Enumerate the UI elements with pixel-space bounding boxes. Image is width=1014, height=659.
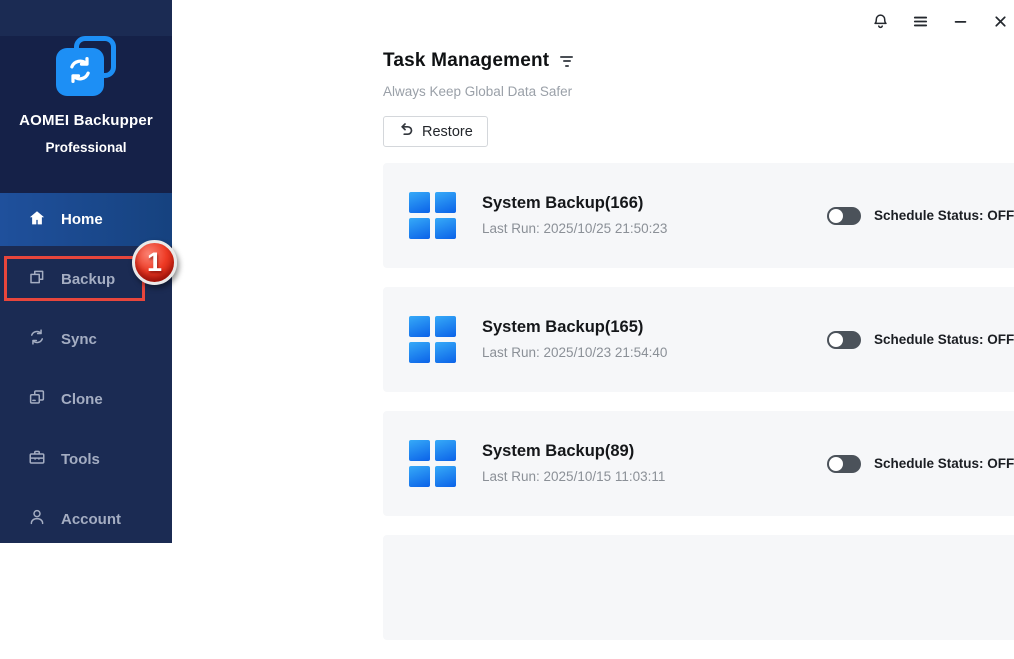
schedule-status-label: Schedule Status: OFF xyxy=(874,456,1014,471)
logo-front-square xyxy=(56,48,104,96)
page-title-text: Task Management xyxy=(383,50,549,72)
minimize-icon[interactable] xyxy=(946,9,974,33)
sidebar-item-tools[interactable]: Tools xyxy=(0,429,172,489)
task-last-run: Last Run: 2025/10/25 21:50:23 xyxy=(482,221,667,236)
person-icon xyxy=(28,508,46,530)
window-controls xyxy=(866,9,1014,33)
windows-logo-icon xyxy=(409,192,456,239)
schedule-block: Schedule Status: OFF xyxy=(827,287,1014,392)
restore-button[interactable]: Restore xyxy=(383,116,488,147)
sidebar-item-label: Sync xyxy=(61,331,97,348)
task-name: System Backup(166) xyxy=(482,194,643,213)
sidebar-item-label: Clone xyxy=(61,391,103,408)
sidebar-item-clone[interactable]: Clone xyxy=(0,369,172,429)
clone-drives-icon xyxy=(28,388,46,410)
windows-logo-icon xyxy=(409,440,456,487)
sidebar-item-label: Home xyxy=(61,211,103,228)
task-name: System Backup(89) xyxy=(482,442,634,461)
restore-button-label: Restore xyxy=(422,124,473,140)
sidebar-item-home[interactable]: Home xyxy=(0,193,172,246)
page-title: Task Management xyxy=(383,50,573,72)
sidebar-item-label: Backup xyxy=(61,271,115,288)
task-card[interactable]: System Backup(166) Last Run: 2025/10/25 … xyxy=(383,163,1014,268)
schedule-toggle[interactable] xyxy=(827,455,861,473)
windows-logo-icon xyxy=(409,316,456,363)
task-card[interactable]: System Backup(89) Last Run: 2025/10/15 1… xyxy=(383,411,1014,516)
schedule-toggle[interactable] xyxy=(827,207,861,225)
app-edition: Professional xyxy=(0,140,172,155)
task-card[interactable]: System Backup(165) Last Run: 2025/10/23 … xyxy=(383,287,1014,392)
app-logo xyxy=(54,36,118,98)
main-panel: Task Management Always Keep Global Data … xyxy=(172,0,1014,543)
sidebar-item-account[interactable]: Account xyxy=(0,489,172,549)
hamburger-menu-icon[interactable] xyxy=(906,9,934,33)
sync-arrows-icon xyxy=(65,55,95,90)
schedule-status-label: Schedule Status: OFF xyxy=(874,332,1014,347)
sync-arrows-icon xyxy=(28,328,46,350)
task-card-partial[interactable] xyxy=(383,535,1014,640)
undo-arrow-icon xyxy=(398,122,414,142)
backup-squares-icon xyxy=(28,268,46,290)
sort-lines-icon[interactable] xyxy=(560,56,573,67)
schedule-toggle[interactable] xyxy=(827,331,861,349)
sidebar-item-label: Account xyxy=(61,511,121,528)
toolbox-icon xyxy=(28,448,46,470)
annotation-step-badge: 1 xyxy=(132,240,177,285)
schedule-status-label: Schedule Status: OFF xyxy=(874,208,1014,223)
schedule-block: Schedule Status: OFF xyxy=(827,163,1014,268)
close-icon[interactable] xyxy=(986,9,1014,33)
notification-bell-icon[interactable] xyxy=(866,9,894,33)
schedule-block: Schedule Status: OFF xyxy=(827,411,1014,516)
task-last-run: Last Run: 2025/10/23 21:54:40 xyxy=(482,345,667,360)
app-name: AOMEI Backupper xyxy=(0,112,172,129)
task-name: System Backup(165) xyxy=(482,318,643,337)
page-subtitle: Always Keep Global Data Safer xyxy=(383,84,572,99)
home-icon xyxy=(28,209,46,231)
sidebar-item-label: Tools xyxy=(61,451,100,468)
sidebar-item-sync[interactable]: Sync xyxy=(0,309,172,369)
task-list: System Backup(166) Last Run: 2025/10/25 … xyxy=(383,163,1014,659)
task-last-run: Last Run: 2025/10/15 11:03:11 xyxy=(482,469,665,484)
annotation-step-number: 1 xyxy=(147,247,162,278)
